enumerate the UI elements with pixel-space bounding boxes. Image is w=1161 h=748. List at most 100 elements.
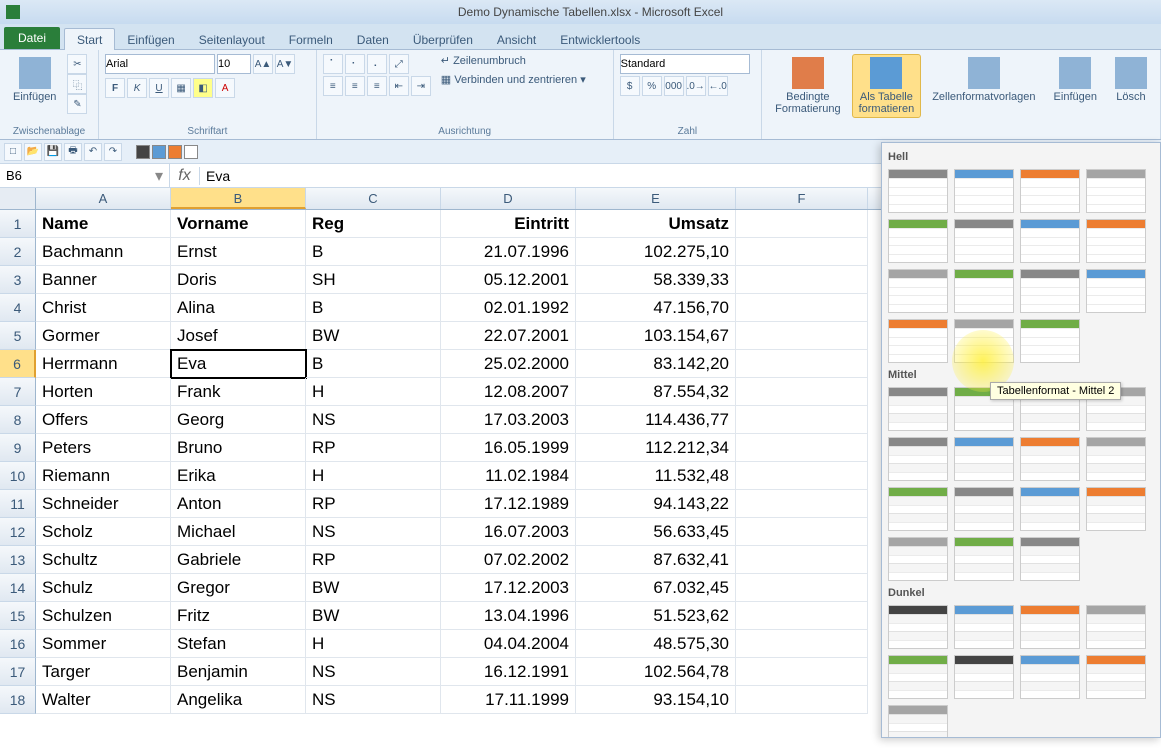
data-cell[interactable] — [736, 322, 868, 350]
row-header[interactable]: 17 — [0, 658, 36, 686]
data-cell[interactable]: Georg — [171, 406, 306, 434]
data-cell[interactable]: Herrmann — [36, 350, 171, 378]
conditional-format-button[interactable]: Bedingte Formatierung — [768, 54, 847, 118]
data-cell[interactable]: H — [306, 378, 441, 406]
data-cell[interactable]: 48.575,30 — [576, 630, 736, 658]
align-center-button[interactable]: ≡ — [345, 76, 365, 96]
row-header[interactable]: 16 — [0, 630, 36, 658]
data-cell[interactable]: Bachmann — [36, 238, 171, 266]
data-cell[interactable]: Anton — [171, 490, 306, 518]
tab-formeln[interactable]: Formeln — [277, 29, 345, 51]
data-cell[interactable] — [736, 294, 868, 322]
insert-cells-button[interactable]: Einfügen — [1047, 54, 1104, 106]
data-cell[interactable]: 93.154,10 — [576, 686, 736, 714]
delete-cells-button[interactable]: Lösch — [1108, 54, 1154, 106]
table-style-thumb[interactable] — [1020, 537, 1080, 581]
data-cell[interactable]: Horten — [36, 378, 171, 406]
tab-ansicht[interactable]: Ansicht — [485, 29, 548, 51]
data-cell[interactable]: NS — [306, 406, 441, 434]
data-cell[interactable] — [736, 378, 868, 406]
decrease-font-button[interactable]: A▼ — [275, 54, 295, 74]
table-style-thumb[interactable] — [1020, 169, 1080, 213]
data-cell[interactable]: BW — [306, 574, 441, 602]
data-cell[interactable]: Peters — [36, 434, 171, 462]
tab-start[interactable]: Start — [64, 28, 115, 52]
row-header[interactable]: 3 — [0, 266, 36, 294]
data-cell[interactable]: Ernst — [171, 238, 306, 266]
data-cell[interactable]: RP — [306, 490, 441, 518]
number-format-combo[interactable] — [620, 54, 750, 74]
cell-styles-button[interactable]: Zellenformatvorlagen — [925, 54, 1042, 106]
data-cell[interactable]: 94.143,22 — [576, 490, 736, 518]
data-cell[interactable]: Eva — [171, 350, 306, 378]
data-cell[interactable]: 87.632,41 — [576, 546, 736, 574]
table-style-thumb[interactable] — [954, 655, 1014, 699]
data-cell[interactable]: 21.07.1996 — [441, 238, 576, 266]
data-cell[interactable]: Schulzen — [36, 602, 171, 630]
data-cell[interactable]: 56.633,45 — [576, 518, 736, 546]
data-cell[interactable]: RP — [306, 434, 441, 462]
data-cell[interactable]: B — [306, 238, 441, 266]
paste-button[interactable]: Einfügen — [6, 54, 63, 106]
qat-print-icon[interactable]: 🖶 — [64, 143, 82, 161]
col-header-B[interactable]: B — [171, 188, 306, 209]
table-style-thumb[interactable] — [888, 437, 948, 481]
orientation-button[interactable]: ⤢ — [389, 54, 409, 74]
col-header-E[interactable]: E — [576, 188, 736, 209]
inc-decimal-button[interactable]: .0→ — [686, 76, 706, 96]
table-style-thumb[interactable] — [1020, 269, 1080, 313]
table-style-thumb[interactable] — [888, 605, 948, 649]
color-swatch[interactable] — [184, 145, 198, 159]
row-header[interactable]: 11 — [0, 490, 36, 518]
table-style-thumb[interactable] — [1086, 169, 1146, 213]
data-cell[interactable] — [736, 518, 868, 546]
data-cell[interactable] — [736, 238, 868, 266]
row-header[interactable]: 1 — [0, 210, 36, 238]
data-cell[interactable]: 114.436,77 — [576, 406, 736, 434]
data-cell[interactable]: 103.154,67 — [576, 322, 736, 350]
data-cell[interactable]: Michael — [171, 518, 306, 546]
data-cell[interactable]: 07.02.2002 — [441, 546, 576, 574]
data-cell[interactable]: Stefan — [171, 630, 306, 658]
col-header-A[interactable]: A — [36, 188, 171, 209]
data-cell[interactable]: 22.07.2001 — [441, 322, 576, 350]
name-box[interactable]: ▾ — [0, 164, 170, 187]
align-left-button[interactable]: ≡ — [323, 76, 343, 96]
bold-button[interactable]: F — [105, 78, 125, 98]
data-cell[interactable]: NS — [306, 518, 441, 546]
data-cell[interactable]: 67.032,45 — [576, 574, 736, 602]
italic-button[interactable]: K — [127, 78, 147, 98]
data-cell[interactable]: Christ — [36, 294, 171, 322]
color-swatch[interactable] — [168, 145, 182, 159]
table-style-thumb[interactable] — [888, 705, 948, 738]
data-cell[interactable]: Frank — [171, 378, 306, 406]
data-cell[interactable]: Erika — [171, 462, 306, 490]
data-cell[interactable]: 13.04.1996 — [441, 602, 576, 630]
table-style-thumb[interactable] — [1020, 319, 1080, 363]
data-cell[interactable]: Walter — [36, 686, 171, 714]
data-cell[interactable]: 102.564,78 — [576, 658, 736, 686]
header-cell[interactable]: Reg — [306, 210, 441, 238]
data-cell[interactable]: 83.142,20 — [576, 350, 736, 378]
data-cell[interactable]: 47.156,70 — [576, 294, 736, 322]
data-cell[interactable]: Angelika — [171, 686, 306, 714]
table-style-thumb[interactable] — [1020, 487, 1080, 531]
data-cell[interactable]: Gormer — [36, 322, 171, 350]
col-header-D[interactable]: D — [441, 188, 576, 209]
data-cell[interactable]: Scholz — [36, 518, 171, 546]
table-style-thumb[interactable] — [954, 437, 1014, 481]
header-cell[interactable]: Umsatz — [576, 210, 736, 238]
data-cell[interactable]: 11.532,48 — [576, 462, 736, 490]
data-cell[interactable]: Alina — [171, 294, 306, 322]
data-cell[interactable]: 102.275,10 — [576, 238, 736, 266]
tab-einfügen[interactable]: Einfügen — [115, 29, 186, 51]
table-style-thumb[interactable] — [1086, 219, 1146, 263]
data-cell[interactable]: RP — [306, 546, 441, 574]
data-cell[interactable]: Josef — [171, 322, 306, 350]
row-header[interactable]: 7 — [0, 378, 36, 406]
table-style-thumb[interactable] — [1086, 269, 1146, 313]
name-box-input[interactable] — [6, 168, 86, 183]
data-cell[interactable]: 16.07.2003 — [441, 518, 576, 546]
row-header[interactable]: 2 — [0, 238, 36, 266]
data-cell[interactable]: 04.04.2004 — [441, 630, 576, 658]
